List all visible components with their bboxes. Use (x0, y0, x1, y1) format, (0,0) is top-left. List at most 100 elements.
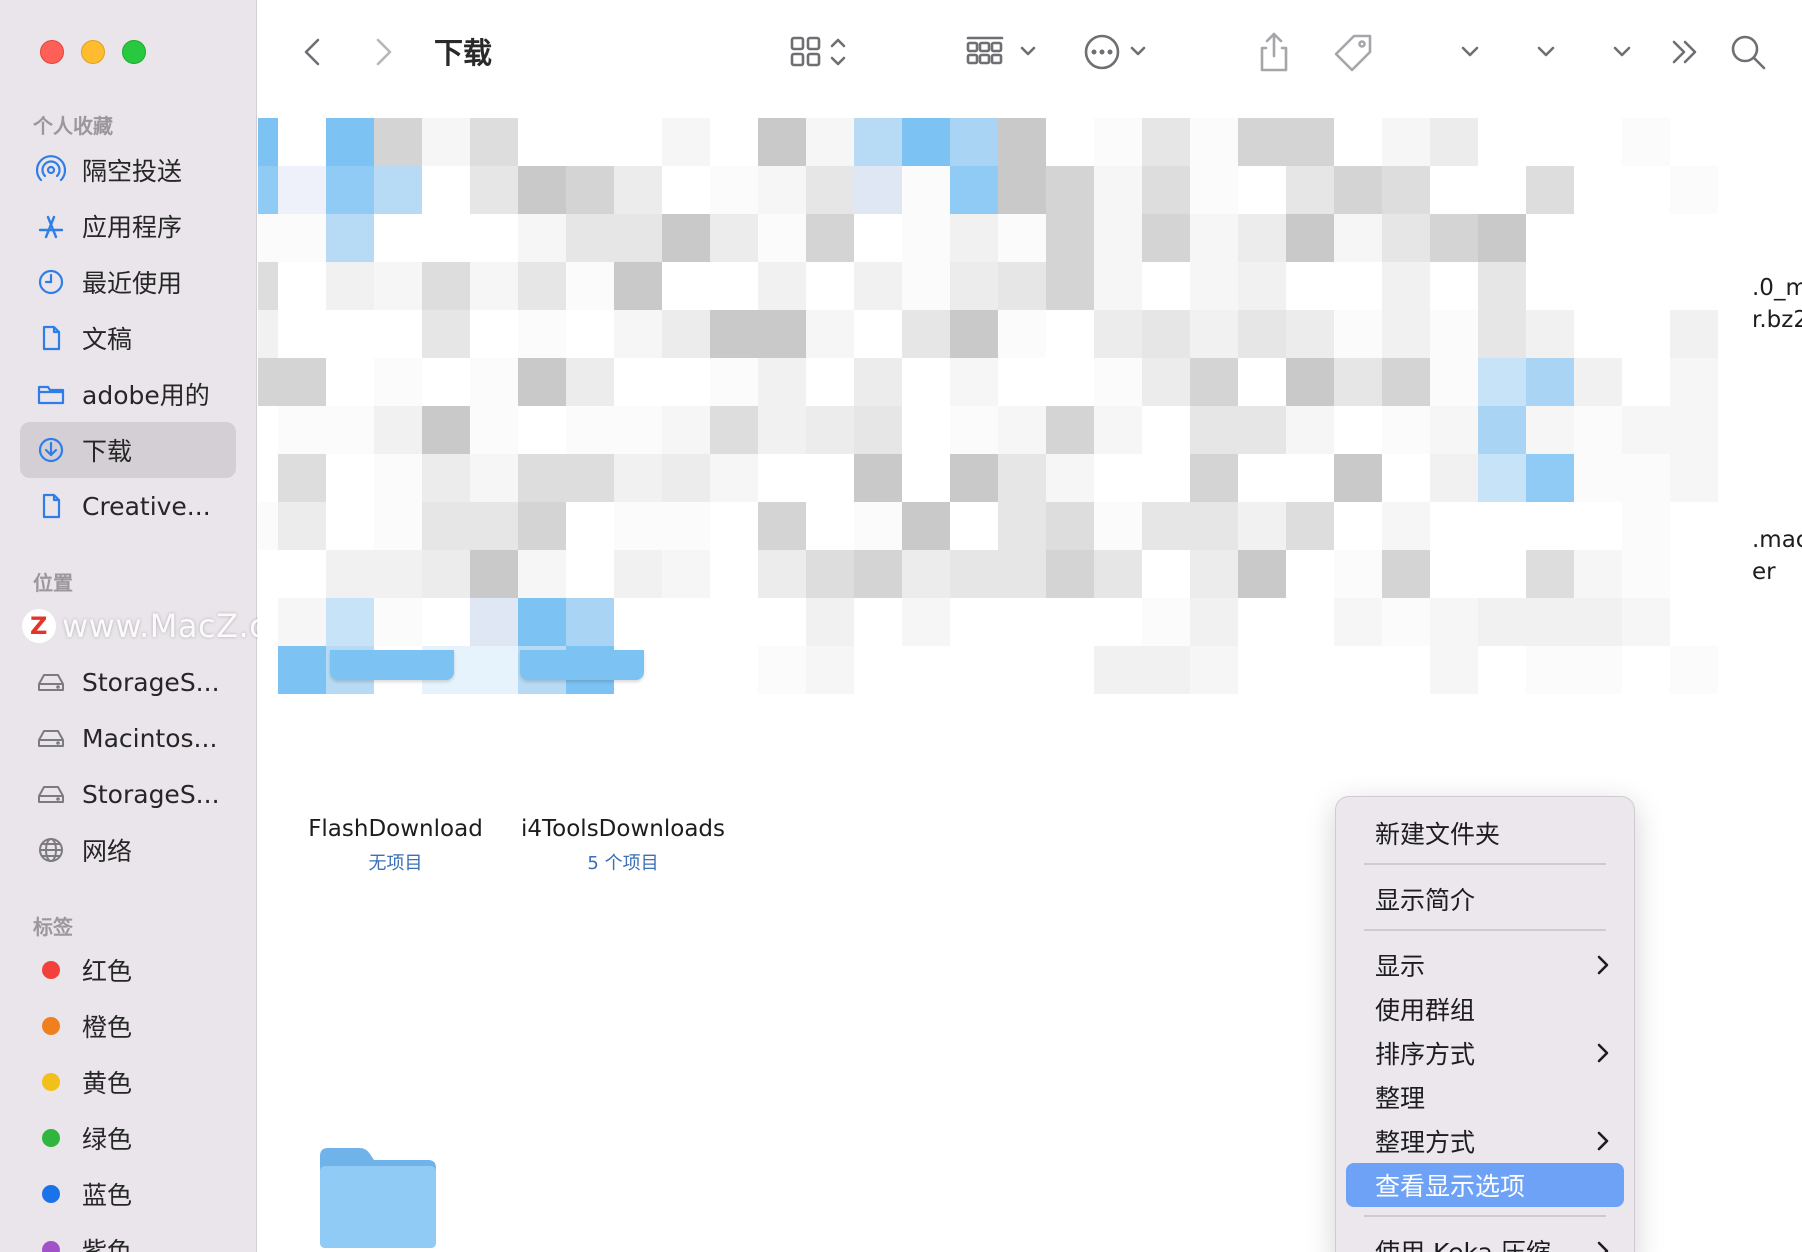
mosaic-cell (1238, 550, 1286, 598)
sidebar-item-recents[interactable]: 最近使用 (20, 254, 236, 310)
mosaic-cell (1046, 454, 1094, 502)
menu-item-clean-up[interactable]: 整理 (1346, 1075, 1624, 1119)
mosaic-cell (1142, 502, 1190, 550)
menu-item-show-view-options[interactable]: 查看显示选项 (1346, 1163, 1624, 1207)
mosaic-cell (710, 550, 758, 598)
mosaic-cell (614, 406, 662, 454)
dropdown-2-button[interactable] (1534, 30, 1558, 74)
sidebar-tag-green[interactable]: 绿色 (20, 1110, 236, 1166)
mosaic-cell (258, 598, 278, 646)
mosaic-cell (662, 358, 710, 406)
chevron-down-icon (1461, 46, 1479, 57)
sidebar-item-creative[interactable]: Creative... (20, 478, 236, 534)
mosaic-cell (1094, 646, 1142, 694)
mosaic-cell (1142, 118, 1190, 166)
sidebar-tag-blue[interactable]: 蓝色 (20, 1166, 236, 1222)
mosaic-cell (1142, 646, 1190, 694)
mosaic-cell (258, 262, 278, 310)
sidebar-tag-orange[interactable]: 橙色 (20, 998, 236, 1054)
mosaic-cell (1094, 118, 1142, 166)
mosaic-cell (902, 118, 950, 166)
search-button[interactable] (1728, 30, 1768, 74)
mosaic-cell (1430, 310, 1478, 358)
mosaic-cell (1478, 406, 1526, 454)
mosaic-cell (518, 406, 566, 454)
folder-icon[interactable] (316, 1142, 440, 1252)
chevron-right-icon (1594, 1041, 1612, 1065)
tag-button[interactable] (1332, 30, 1376, 74)
mosaic-cell (854, 262, 902, 310)
mosaic-cell (1526, 166, 1574, 214)
menu-item-clean-up-by[interactable]: 整理方式 (1346, 1119, 1624, 1163)
sidebar-item-storage-2[interactable]: StorageS... (20, 766, 236, 822)
mosaic-cell (950, 310, 998, 358)
view-mode-button[interactable] (790, 30, 862, 74)
mosaic-cell (1574, 310, 1622, 358)
mosaic-cell (614, 214, 662, 262)
sidebar-item-storage-1[interactable]: StorageS... (20, 654, 236, 710)
menu-item-keka-compress[interactable]: 使用 Keka 压缩 (1346, 1229, 1624, 1252)
folder-icon[interactable] (520, 650, 644, 680)
sidebar-item-downloads[interactable]: 下载 (20, 422, 236, 478)
close-window-button[interactable] (40, 40, 64, 64)
sidebar-item-applications[interactable]: 应用程序 (20, 198, 236, 254)
minimize-window-button[interactable] (81, 40, 105, 64)
sidebar-item-airdrop[interactable]: 隔空投送 (20, 142, 236, 198)
mosaic-cell (1190, 646, 1238, 694)
back-button[interactable] (298, 30, 328, 74)
mosaic-cell (806, 502, 854, 550)
sidebar-tag-yellow[interactable]: 黄色 (20, 1054, 236, 1110)
mosaic-cell (950, 598, 998, 646)
forward-button[interactable] (368, 30, 398, 74)
zoom-window-button[interactable] (122, 40, 146, 64)
menu-item-use-groups[interactable]: 使用群组 (1346, 987, 1624, 1031)
overflow-button[interactable] (1668, 30, 1702, 74)
mosaic-cell (854, 358, 902, 406)
sidebar-item-network[interactable]: 网络 (20, 822, 236, 878)
menu-item-new-folder[interactable]: 新建文件夹 (1346, 811, 1624, 855)
mosaic-cell (1190, 598, 1238, 646)
mosaic-cell (806, 214, 854, 262)
mosaic-cell (422, 598, 470, 646)
mosaic-cell (326, 262, 374, 310)
action-button[interactable] (1084, 30, 1156, 74)
toolbar: 下载 (258, 0, 1802, 104)
menu-item-sort-by[interactable]: 排序方式 (1346, 1031, 1624, 1075)
sidebar-item-documents[interactable]: 文稿 (20, 310, 236, 366)
mosaic-cell (1334, 550, 1382, 598)
dropdown-1-button[interactable] (1458, 30, 1482, 74)
mosaic-cell (662, 502, 710, 550)
mosaic-cell (806, 310, 854, 358)
file-label-flashdownload[interactable]: FlashDownload (258, 816, 533, 842)
menu-item-show[interactable]: 显示 (1346, 943, 1624, 987)
folder-icon[interactable] (330, 650, 454, 680)
mosaic-cell (1622, 358, 1670, 406)
mosaic-cell (902, 358, 950, 406)
icon-view-icon (790, 36, 846, 67)
sidebar-item-macintosh-hd[interactable]: Macintos... (20, 710, 236, 766)
mosaic-cell (1046, 598, 1094, 646)
mosaic-cell (710, 454, 758, 502)
sidebar-tag-red[interactable]: 红色 (20, 942, 236, 998)
group-button[interactable] (966, 30, 1038, 74)
sidebar-tag-purple[interactable]: 紫色 (20, 1222, 236, 1252)
share-button[interactable] (1256, 30, 1292, 74)
mosaic-cell (1478, 598, 1526, 646)
mosaic-cell (258, 166, 278, 214)
mosaic-cell (518, 550, 566, 598)
sidebar-item-label: 红色 (82, 957, 133, 986)
file-label-i4tools[interactable]: i4ToolsDownloads (498, 816, 748, 842)
mosaic-cell (902, 502, 950, 550)
download-icon (36, 435, 66, 465)
dropdown-3-button[interactable] (1610, 30, 1634, 74)
mosaic-cell (258, 310, 278, 358)
mosaic-cell (998, 310, 1046, 358)
mosaic-cell (258, 502, 278, 550)
mosaic-cell (278, 310, 326, 358)
menu-separator (1364, 863, 1606, 865)
sidebar-item-adobe-folder[interactable]: adobe用的 (20, 366, 236, 422)
mosaic-cell (1238, 262, 1286, 310)
menu-item-get-info[interactable]: 显示简介 (1346, 877, 1624, 921)
sidebar-item-label: 应用程序 (82, 213, 183, 242)
mosaic-cell (1478, 358, 1526, 406)
